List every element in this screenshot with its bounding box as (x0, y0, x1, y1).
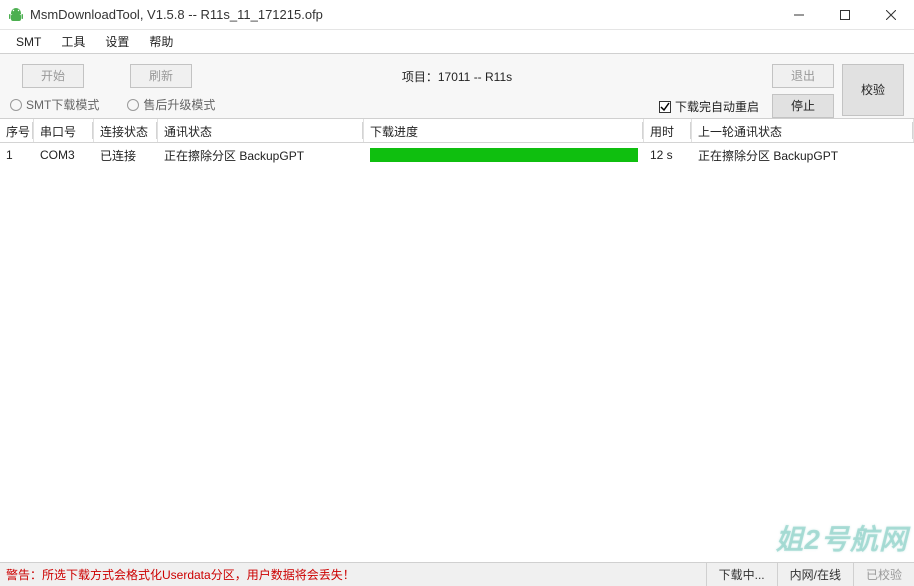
th-time[interactable]: 用时 (644, 119, 692, 142)
table-row[interactable]: 1 COM3 已连接 正在擦除分区 BackupGPT 12 s 正在擦除分区 … (0, 143, 914, 167)
radio-icon (127, 99, 139, 111)
status-warning: 警告：所选下载方式会格式化Userdata分区，用户数据将会丢失！ (0, 566, 355, 583)
exit-button[interactable]: 退出 (772, 64, 834, 88)
progress-bar (370, 148, 638, 162)
radio-smt-download[interactable]: SMT下载模式 (10, 96, 99, 113)
radio-aftersale-upgrade[interactable]: 售后升级模式 (127, 96, 215, 113)
radio-icon (10, 99, 22, 111)
th-port[interactable]: 串口号 (34, 119, 94, 142)
mode-radio-group: SMT下载模式 售后升级模式 (10, 96, 215, 113)
window-title: MsmDownloadTool, V1.5.8 -- R11s_11_17121… (30, 7, 323, 22)
th-last[interactable]: 上一轮通讯状态 (692, 119, 914, 142)
verify-button[interactable]: 校验 (842, 64, 904, 116)
app-icon (8, 7, 24, 23)
start-button[interactable]: 开始 (22, 64, 84, 88)
th-progress[interactable]: 下载进度 (364, 119, 644, 142)
menubar: SMT 工具 设置 帮助 (0, 30, 914, 54)
cell-time: 12 s (644, 144, 692, 166)
status-network: 内网/在线 (777, 563, 853, 586)
table: 序号 串口号 连接状态 通讯状态 下载进度 用时 上一轮通讯状态 1 COM3 … (0, 119, 914, 562)
project-label-text: 项目： (402, 70, 438, 84)
toolbar: 开始 刷新 项目：17011 -- R11s 退出 校验 SMT下载模式 售后升… (0, 54, 914, 119)
menu-help[interactable]: 帮助 (139, 30, 183, 53)
cell-seq: 1 (0, 144, 34, 166)
status-downloading: 下载中... (706, 563, 777, 586)
checkbox-auto-restart-label: 下载完自动重启 (675, 98, 759, 115)
th-seq[interactable]: 序号 (0, 119, 34, 142)
cell-conn: 已连接 (94, 143, 158, 168)
radio-smt-label: SMT下载模式 (26, 96, 99, 113)
checkbox-icon (659, 101, 671, 113)
menu-smt[interactable]: SMT (6, 32, 51, 52)
maximize-button[interactable] (822, 0, 868, 30)
cell-comm: 正在擦除分区 BackupGPT (158, 143, 364, 168)
cell-port: COM3 (34, 144, 94, 166)
cell-progress (364, 144, 644, 166)
project-label: 项目：17011 -- R11s (402, 68, 512, 85)
refresh-button[interactable]: 刷新 (130, 64, 192, 88)
menu-tools[interactable]: 工具 (51, 30, 95, 53)
table-header: 序号 串口号 连接状态 通讯状态 下载进度 用时 上一轮通讯状态 (0, 119, 914, 143)
radio-aftersale-label: 售后升级模式 (143, 96, 215, 113)
th-conn[interactable]: 连接状态 (94, 119, 158, 142)
status-verify: 已校验 (853, 563, 914, 586)
stop-button[interactable]: 停止 (772, 94, 834, 118)
statusbar: 警告：所选下载方式会格式化Userdata分区，用户数据将会丢失！ 下载中...… (0, 562, 914, 586)
th-comm[interactable]: 通讯状态 (158, 119, 364, 142)
close-button[interactable] (868, 0, 914, 30)
minimize-button[interactable] (776, 0, 822, 30)
project-value: 17011 -- R11s (438, 70, 512, 84)
cell-last: 正在擦除分区 BackupGPT (692, 143, 914, 168)
menu-settings[interactable]: 设置 (95, 30, 139, 53)
checkbox-auto-restart[interactable]: 下载完自动重启 (659, 98, 759, 115)
titlebar: MsmDownloadTool, V1.5.8 -- R11s_11_17121… (0, 0, 914, 30)
